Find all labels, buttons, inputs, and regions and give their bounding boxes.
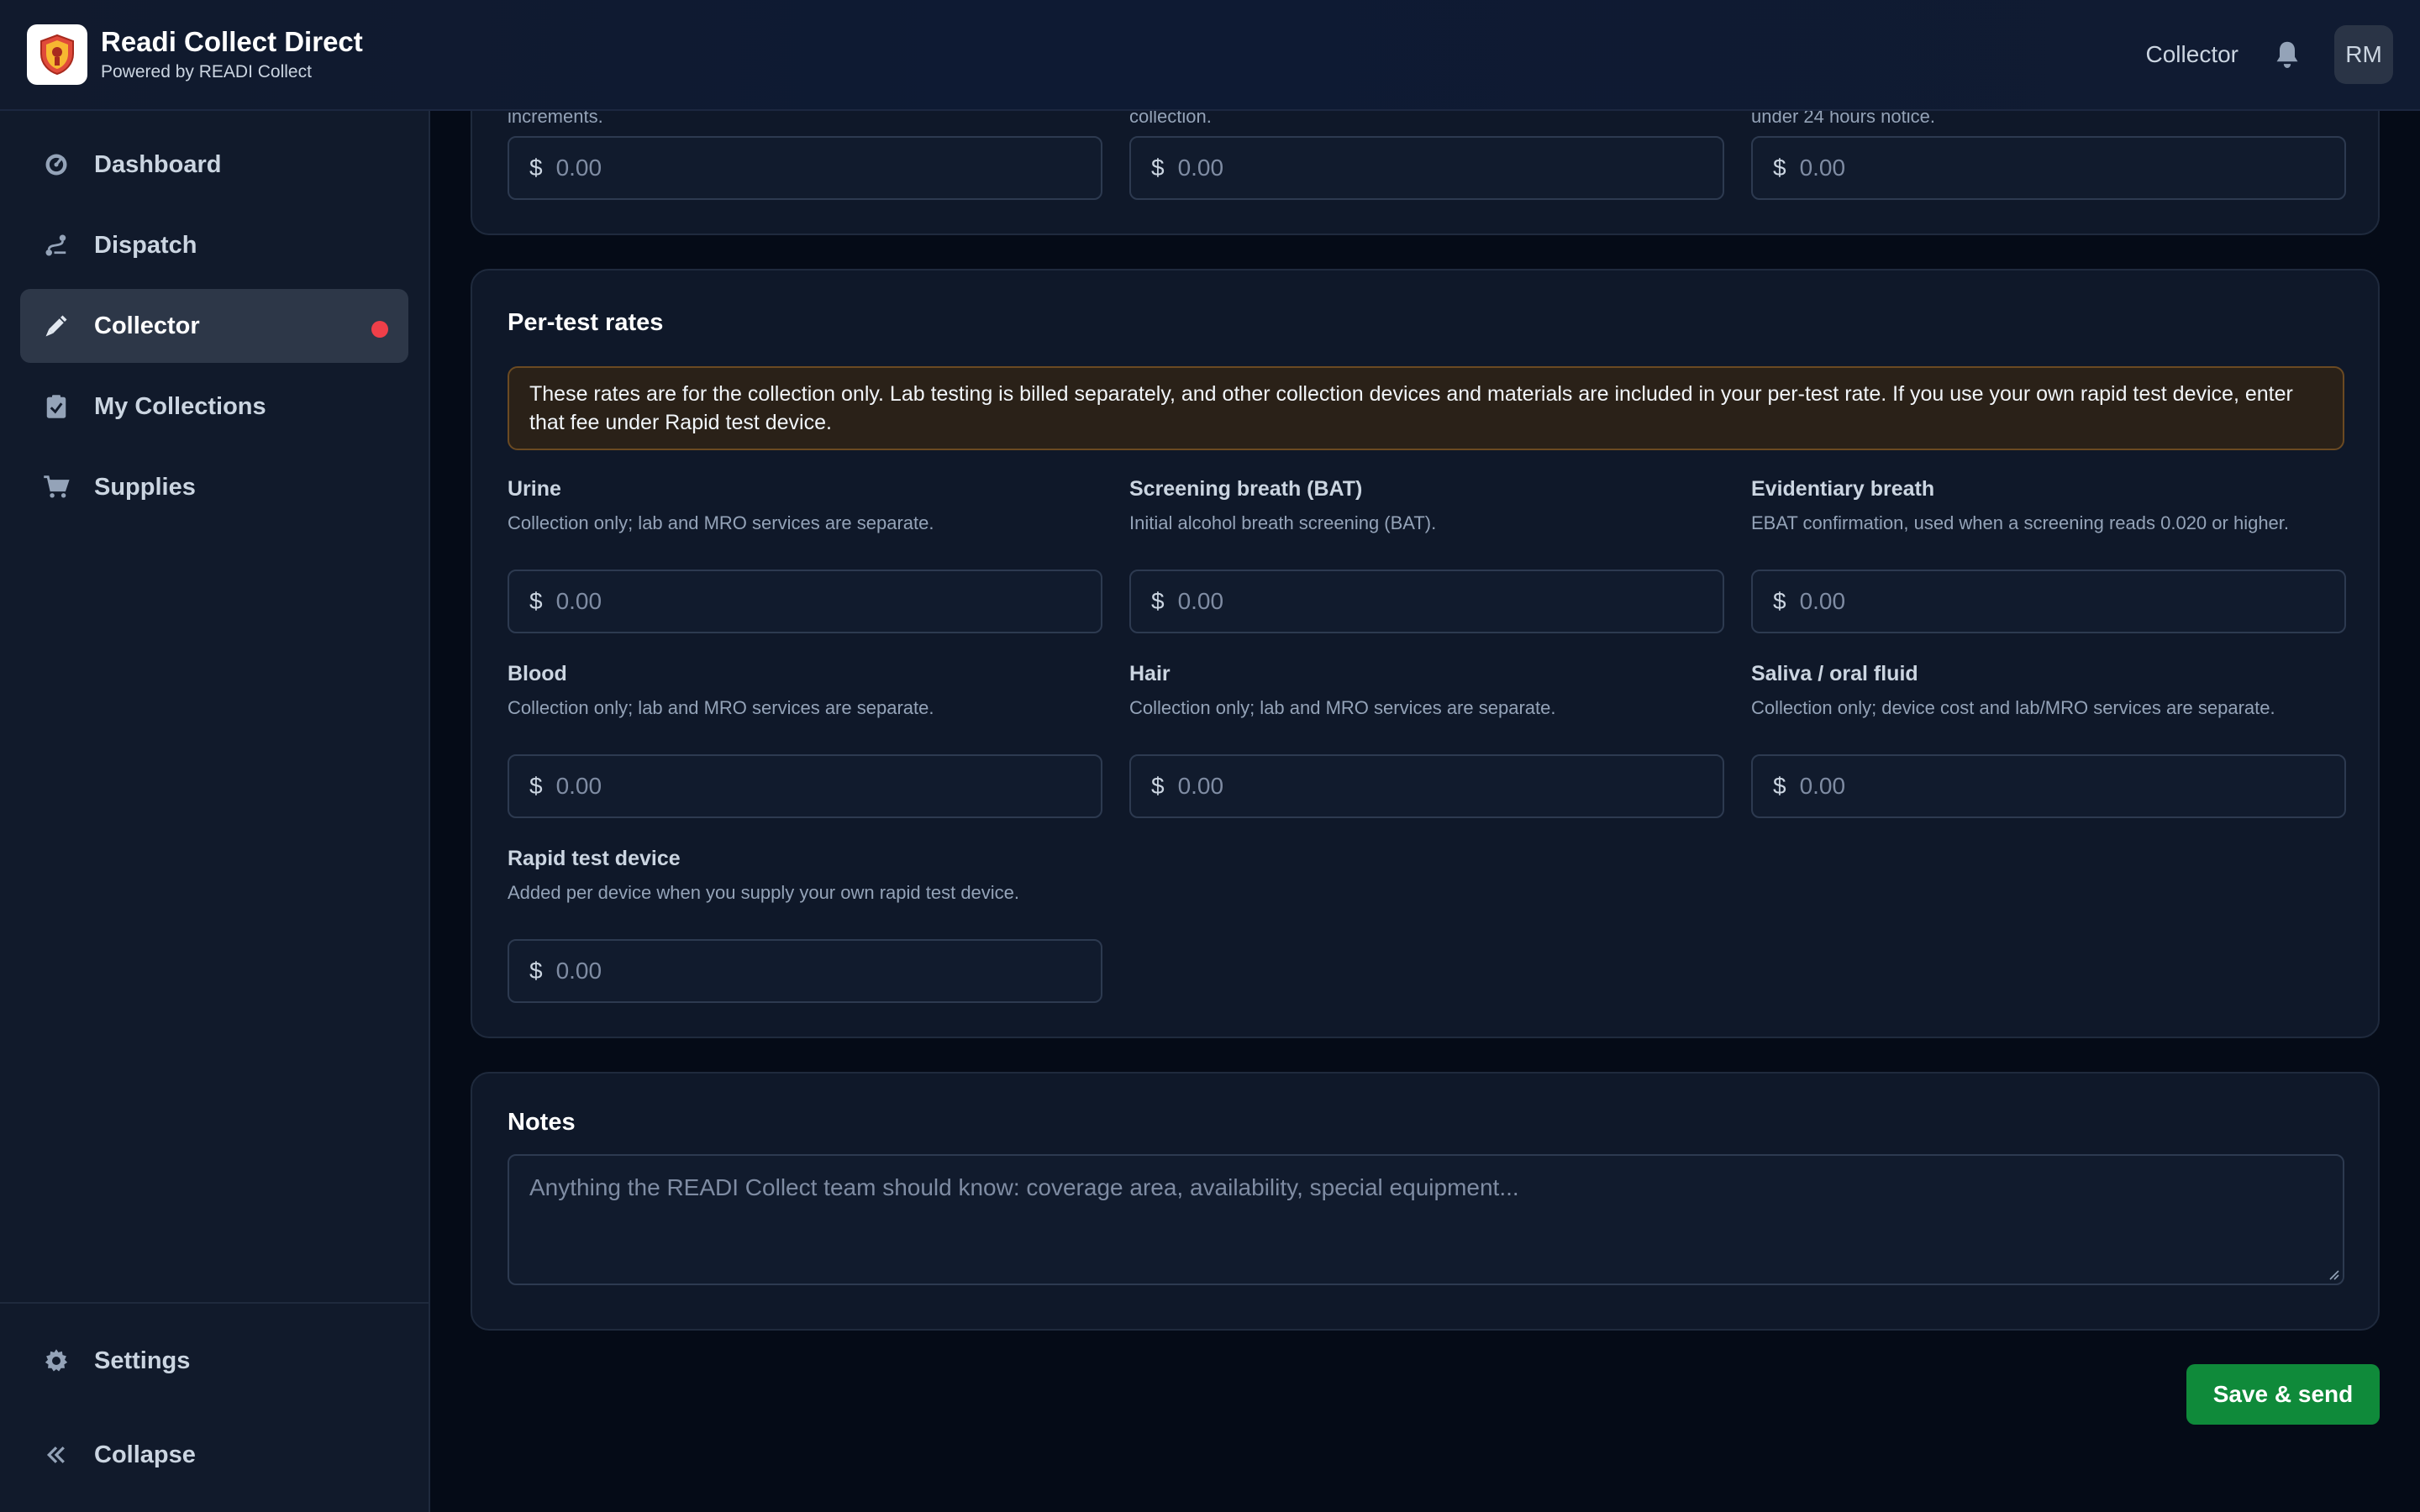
currency-symbol: $	[1151, 155, 1165, 181]
currency-symbol: $	[529, 958, 543, 984]
resize-handle-icon[interactable]	[2326, 1267, 2339, 1280]
rates-notice: These rates are for the collection only.…	[508, 366, 2344, 450]
field-help: Collection only; lab and MRO services ar…	[508, 697, 934, 718]
currency-symbol: $	[1773, 155, 1786, 181]
app-title: Readi Collect Direct	[101, 26, 363, 57]
currency-symbol: $	[529, 588, 543, 614]
sidebar-item-label: Dashboard	[94, 150, 222, 178]
sidebar-item-my-collections[interactable]: My Collections	[20, 370, 408, 444]
gear-icon	[42, 1347, 71, 1375]
sidebar-item-dashboard[interactable]: Dashboard	[20, 128, 408, 202]
notes-placeholder: Anything the READI Collect team should k…	[529, 1174, 1519, 1200]
field-label-evidentiary-breath: Evidentiary breath	[1751, 477, 1935, 501]
rapid-test-device-rate-input[interactable]: $ 0.00	[508, 939, 1102, 1003]
field-help: Collection only; device cost and lab/MRO…	[1751, 697, 2275, 718]
field-help: Initial alcohol breath screening (BAT).	[1129, 512, 1437, 533]
rate-input-placeholder: 0.00	[555, 773, 602, 799]
urine-rate-input[interactable]: $ 0.00	[508, 570, 1102, 633]
rate-input-placeholder: 0.00	[1799, 588, 1846, 614]
shield-logo-icon	[40, 34, 74, 76]
cart-icon	[42, 473, 71, 501]
app-subtitle: Powered by READI Collect	[101, 62, 312, 81]
sidebar-divider	[0, 1302, 429, 1304]
rate-input-placeholder: 0.00	[1177, 773, 1224, 799]
rate-input-placeholder: 0.00	[555, 588, 602, 614]
role-switcher[interactable]: Collector	[2146, 41, 2238, 68]
sidebar-item-label: Collapse	[94, 1441, 196, 1468]
bell-icon[interactable]	[2270, 38, 2304, 71]
evidentiary-breath-rate-input[interactable]: $ 0.00	[1751, 570, 2346, 633]
save-and-send-button[interactable]: Save & send	[2186, 1364, 2380, 1425]
currency-symbol: $	[1151, 588, 1165, 614]
sidebar-item-label: Settings	[94, 1347, 191, 1374]
blood-rate-input[interactable]: $ 0.00	[508, 754, 1102, 818]
rate-input-placeholder: 0.00	[1177, 155, 1224, 181]
syringe-icon	[42, 312, 71, 340]
rate-input[interactable]: $ 0.00	[1751, 136, 2346, 200]
double-chevron-left-icon	[42, 1441, 71, 1469]
hair-rate-input[interactable]: $ 0.00	[1129, 754, 1724, 818]
sidebar-item-label: My Collections	[94, 392, 266, 420]
rate-input-placeholder: 0.00	[1177, 588, 1224, 614]
field-label-rapid-test-device: Rapid test device	[508, 847, 681, 870]
currency-symbol: $	[1773, 773, 1786, 799]
field-help: EBAT confirmation, used when a screening…	[1751, 512, 2290, 533]
currency-symbol: $	[529, 155, 543, 181]
field-help: Collection only; lab and MRO services ar…	[508, 512, 934, 533]
rate-input-placeholder: 0.00	[555, 155, 602, 181]
sidebar-item-label: Collector	[94, 312, 200, 339]
gauge-icon	[42, 150, 71, 179]
route-icon	[42, 231, 71, 260]
section-title: Per-test rates	[508, 309, 664, 336]
field-label-screening-breath: Screening breath (BAT)	[1129, 477, 1363, 501]
field-help: Added per device when you supply your ow…	[508, 882, 1020, 903]
clipboard-check-icon	[42, 392, 71, 421]
sidebar-item-supplies[interactable]: Supplies	[20, 450, 408, 524]
sidebar: Dashboard Dispatch Collector My Collecti…	[0, 111, 430, 1512]
per-test-rates-card: Per-test rates These rates are for the c…	[471, 269, 2380, 1038]
rate-input[interactable]: $ 0.00	[508, 136, 1102, 200]
currency-symbol: $	[1151, 773, 1165, 799]
sidebar-collapse-button[interactable]: Collapse	[20, 1418, 408, 1492]
field-label-blood: Blood	[508, 662, 567, 685]
field-label-saliva: Saliva / oral fluid	[1751, 662, 1918, 685]
sidebar-item-label: Dispatch	[94, 231, 197, 259]
rate-input-placeholder: 0.00	[555, 958, 602, 984]
sidebar-item-label: Supplies	[94, 473, 196, 501]
field-label-hair: Hair	[1129, 662, 1171, 685]
currency-symbol: $	[1773, 588, 1786, 614]
rate-input-placeholder: 0.00	[1799, 155, 1846, 181]
section-title: Notes	[508, 1109, 576, 1136]
saliva-rate-input[interactable]: $ 0.00	[1751, 754, 2346, 818]
sidebar-item-settings[interactable]: Settings	[20, 1324, 408, 1398]
alert-dot	[371, 321, 388, 338]
app-header: Readi Collect Direct Powered by READI Co…	[0, 0, 2420, 111]
rate-input[interactable]: $ 0.00	[1129, 136, 1724, 200]
currency-symbol: $	[529, 773, 543, 799]
sidebar-item-dispatch[interactable]: Dispatch	[20, 208, 408, 282]
app-logo[interactable]	[27, 24, 87, 85]
notes-card: Notes Anything the READI Collect team sh…	[471, 1072, 2380, 1331]
user-avatar[interactable]: RM	[2334, 25, 2393, 84]
rate-input-placeholder: 0.00	[1799, 773, 1846, 799]
field-label-urine: Urine	[508, 477, 561, 501]
sidebar-item-collector[interactable]: Collector	[20, 289, 408, 363]
field-help: Collection only; lab and MRO services ar…	[1129, 697, 1556, 718]
screening-breath-rate-input[interactable]: $ 0.00	[1129, 570, 1724, 633]
notes-textarea[interactable]: Anything the READI Collect team should k…	[508, 1154, 2344, 1285]
